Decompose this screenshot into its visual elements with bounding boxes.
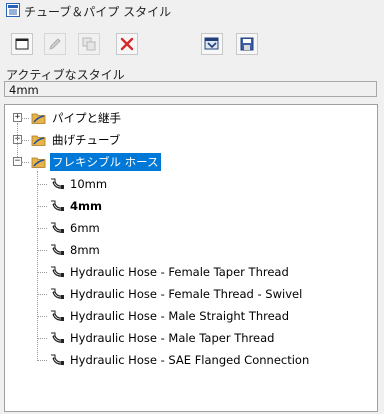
hose-style-icon <box>51 222 64 233</box>
tree-category-label: フレキシブル ホース <box>50 153 161 171</box>
tree-style-label: Hydraulic Hose - Female Thread - Swivel <box>70 287 303 301</box>
hose-style-icon <box>51 288 64 299</box>
tree-style-label: Hydraulic Hose - Male Taper Thread <box>70 331 275 345</box>
hose-folder-icon <box>31 113 46 124</box>
export-style-button[interactable] <box>236 33 258 55</box>
style-tree[interactable]: + パイプと継手 + 曲げチューブ − フレキシブル ホース 10mm 4mm 6mm 8mm Hy… <box>4 104 378 412</box>
tree-connector <box>37 360 47 361</box>
tree-style-label: 6mm <box>70 221 100 235</box>
tree-style-label: 4mm <box>70 199 102 213</box>
tree-category-label: 曲げチューブ <box>52 133 121 147</box>
copy-style-button[interactable] <box>78 33 100 55</box>
tree-style-item[interactable]: 8mm <box>49 241 102 259</box>
tree-style-item[interactable]: Hydraulic Hose - SAE Flanged Connection <box>49 351 311 369</box>
new-document-icon <box>15 38 29 50</box>
hose-style-icon <box>51 200 64 211</box>
tree-connector <box>21 140 29 141</box>
tree-connector <box>21 162 29 163</box>
tube-and-pipe-styles-icon <box>6 3 20 17</box>
hose-folder-icon <box>31 157 46 168</box>
delete-x-icon <box>120 37 134 51</box>
delete-style-button[interactable] <box>116 33 138 55</box>
toolbar <box>0 30 384 58</box>
tree-connector <box>37 206 47 207</box>
tree-style-label: Hydraulic Hose - Male Straight Thread <box>70 309 290 323</box>
edit-style-button[interactable] <box>44 33 66 55</box>
hose-style-icon <box>51 310 64 321</box>
tree-category-row[interactable]: + パイプと継手 <box>13 109 123 127</box>
tree-connector <box>37 228 47 229</box>
tree-style-item[interactable]: Hydraulic Hose - Male Taper Thread <box>49 329 276 347</box>
hose-style-icon <box>51 244 64 255</box>
window-title: チューブ＆パイプ スタイル <box>24 5 172 19</box>
new-style-button[interactable] <box>11 33 33 55</box>
tree-connector <box>21 118 29 119</box>
pencil-icon <box>49 38 61 50</box>
tree-connector <box>37 250 47 251</box>
hose-style-icon <box>51 266 64 277</box>
tree-connector <box>37 338 47 339</box>
tree-style-item[interactable]: Hydraulic Hose - Female Thread - Swivel <box>49 285 304 303</box>
hose-style-icon <box>51 354 64 365</box>
tree-category-row[interactable]: + 曲げチューブ <box>13 131 122 149</box>
copy-icon <box>82 37 96 51</box>
title-bar: チューブ＆パイプ スタイル <box>0 0 384 22</box>
tree-connector <box>37 316 47 317</box>
tree-category-row[interactable]: − フレキシブル ホース <box>13 153 161 171</box>
tree-style-item[interactable]: 6mm <box>49 219 102 237</box>
import-style-button[interactable] <box>201 33 223 55</box>
tree-style-label: Hydraulic Hose - SAE Flanged Connection <box>70 353 310 367</box>
active-style-field: 4mm <box>4 81 377 97</box>
tree-style-label: Hydraulic Hose - Female Taper Thread <box>70 265 289 279</box>
tree-style-label: 10mm <box>70 177 108 191</box>
tree-style-item[interactable]: 4mm <box>49 197 104 215</box>
import-icon <box>204 37 219 50</box>
tree-connector <box>37 272 47 273</box>
tree-connector <box>37 171 38 361</box>
tree-connector <box>37 184 47 185</box>
tree-category-label: パイプと継手 <box>52 111 121 125</box>
save-disk-icon <box>240 37 254 51</box>
tree-style-item[interactable]: 10mm <box>49 175 109 193</box>
hose-style-icon <box>51 332 64 343</box>
hose-folder-icon <box>31 135 46 146</box>
tree-connector <box>17 123 18 157</box>
tree-style-item[interactable]: Hydraulic Hose - Female Taper Thread <box>49 263 291 281</box>
hose-style-icon <box>51 178 64 189</box>
tree-style-item[interactable]: Hydraulic Hose - Male Straight Thread <box>49 307 291 325</box>
tree-style-label: 8mm <box>70 243 100 257</box>
tree-connector <box>37 294 47 295</box>
